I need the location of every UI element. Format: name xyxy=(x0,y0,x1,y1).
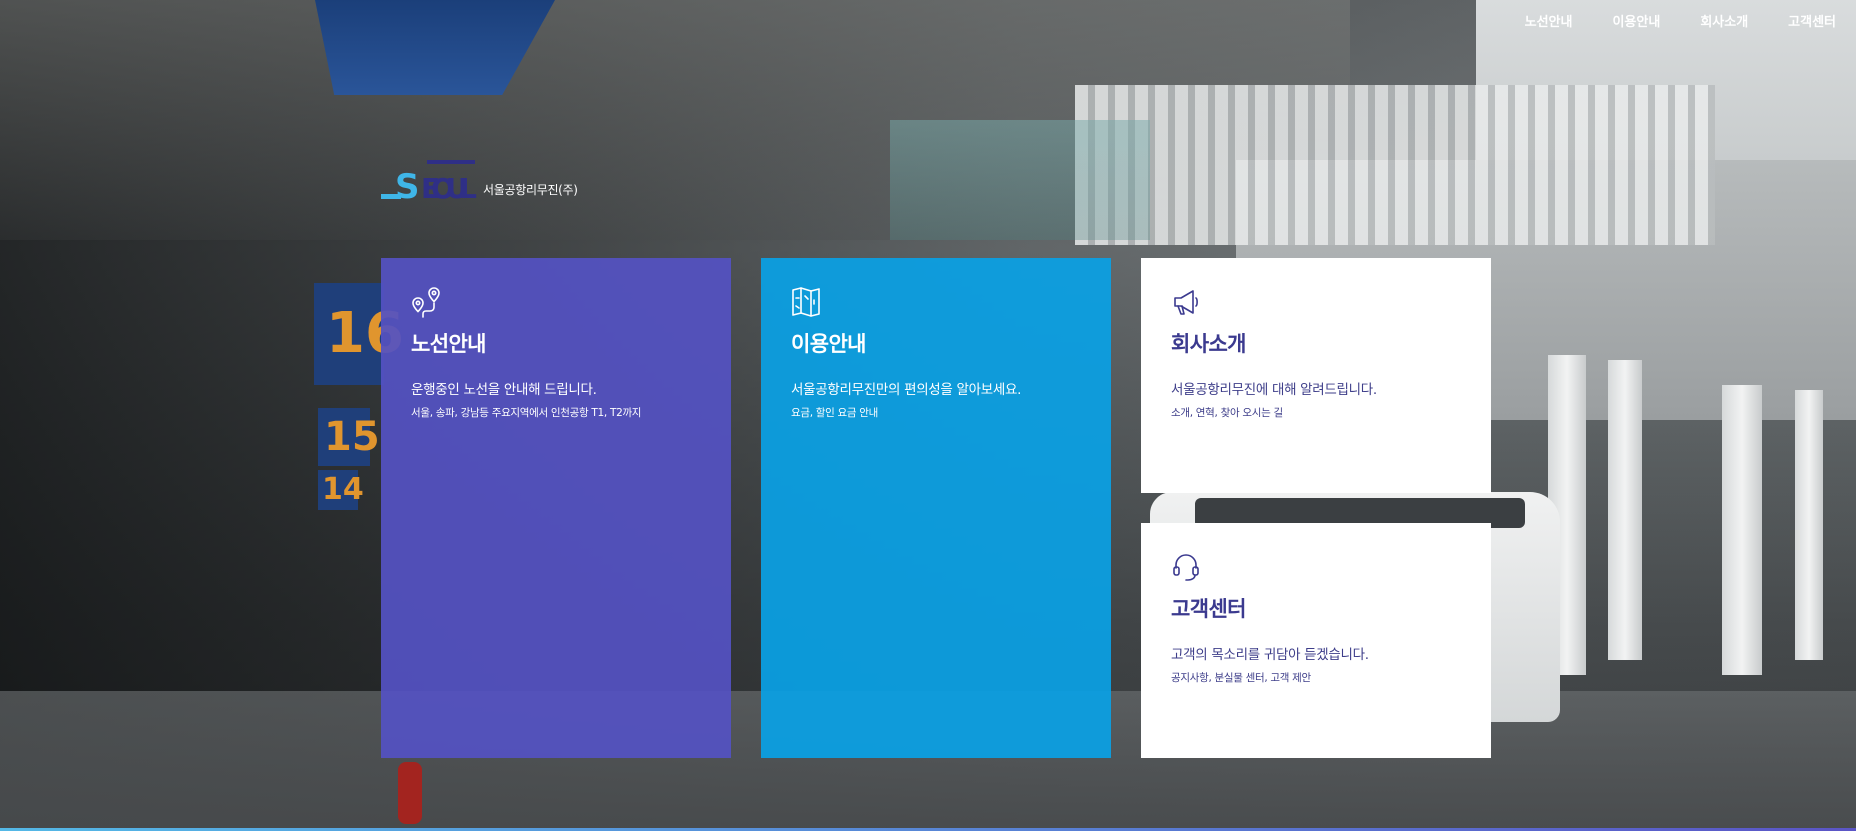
customer-center-card[interactable]: 고객센터 고객의 목소리를 귀담아 듣겠습니다. 공지사항, 분실물 센터, 고… xyxy=(1141,523,1491,758)
card-description: 고객의 목소리를 귀담아 듣겠습니다. xyxy=(1171,647,1369,663)
site-logo[interactable]: S EOUL 서울공항리무진(주) xyxy=(381,160,578,200)
map-guide-icon xyxy=(792,287,820,317)
svg-text:EOUL: EOUL xyxy=(421,172,477,200)
seoul-logo-mark: S EOUL xyxy=(381,160,477,200)
card-subtext: 소개, 연혁, 찾아 오시는 길 xyxy=(1171,407,1283,419)
card-subtext: 서울, 송파, 강남등 주요지역에서 인천공항 T1, T2까지 xyxy=(411,407,642,419)
headset-icon xyxy=(1173,554,1199,581)
card-title: 이용안내 xyxy=(791,332,866,356)
card-title: 노선안내 xyxy=(411,332,486,356)
card-title: 고객센터 xyxy=(1171,597,1246,621)
nav-item-route[interactable]: 노선안내 xyxy=(1505,14,1593,32)
nav-item-company[interactable]: 회사소개 xyxy=(1680,14,1768,32)
company-name: 서울공항리무진(주) xyxy=(483,183,578,197)
card-subtext: 요금, 할인 요금 안내 xyxy=(791,407,879,419)
route-info-card[interactable]: 노선안내 운행중인 노선을 안내해 드립니다. 서울, 송파, 강남등 주요지역… xyxy=(381,258,731,758)
nav-item-guide[interactable]: 이용안내 xyxy=(1592,14,1680,32)
card-title: 회사소개 xyxy=(1171,332,1246,356)
card-subtext: 공지사항, 분실물 센터, 고객 제안 xyxy=(1171,672,1311,684)
card-description: 서울공항리무진만의 편의성을 알아보세요. xyxy=(791,382,1022,398)
usage-guide-card[interactable]: 이용안내 서울공항리무진만의 편의성을 알아보세요. 요금, 할인 요금 안내 xyxy=(761,258,1111,758)
nav-item-customer-center[interactable]: 고객센터 xyxy=(1768,14,1836,32)
svg-text:S: S xyxy=(395,167,417,200)
card-description: 서울공항리무진에 대해 알려드립니다. xyxy=(1171,382,1377,398)
card-description: 운행중인 노선을 안내해 드립니다. xyxy=(411,382,597,398)
megaphone-icon xyxy=(1174,290,1198,315)
company-intro-card[interactable]: 회사소개 서울공항리무진에 대해 알려드립니다. 소개, 연혁, 찾아 오시는 … xyxy=(1141,258,1491,493)
main-nav: 노선안내 이용안내 회사소개 고객센터 xyxy=(1505,14,1836,32)
map-pin-route-icon xyxy=(412,287,440,318)
